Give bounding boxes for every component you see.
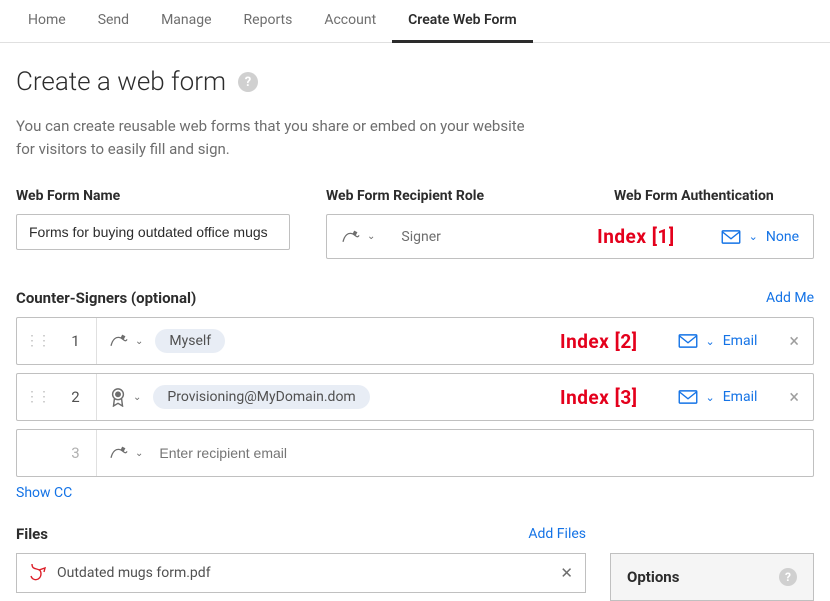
- page-title: Create a web form ?: [16, 67, 814, 97]
- remove-file-button[interactable]: ✕: [560, 564, 573, 582]
- role-dropdown[interactable]: ⌄: [97, 445, 155, 461]
- chevron-down-icon: ⌄: [749, 230, 758, 243]
- web-form-name-input[interactable]: [16, 214, 290, 250]
- auth-dropdown[interactable]: ⌄ Email: [678, 389, 758, 405]
- recipient-chip[interactable]: Myself: [155, 329, 225, 353]
- tab-reports[interactable]: Reports: [228, 0, 309, 42]
- seal-icon: [109, 387, 127, 407]
- mail-icon: [721, 230, 741, 244]
- tab-manage[interactable]: Manage: [145, 0, 227, 42]
- remove-row-button[interactable]: ×: [775, 331, 813, 352]
- auth-email-text: Email: [723, 333, 758, 349]
- role-dropdown[interactable]: ⌄: [97, 387, 153, 407]
- add-me-link[interactable]: Add Me: [766, 290, 814, 306]
- role-dropdown[interactable]: ⌄: [97, 333, 155, 349]
- recipient-role-label: Web Form Recipient Role: [326, 188, 614, 204]
- counter-signer-row: ⋮⋮ 1 ⌄ Myself Index [2] ⌄ Email ×: [16, 317, 814, 365]
- index-annotation-2: Index [2]: [560, 330, 637, 353]
- pen-icon: [109, 445, 129, 461]
- pdf-icon: [29, 562, 47, 584]
- mail-icon: [678, 334, 698, 348]
- index-annotation-1: Index [1]: [597, 225, 674, 248]
- options-title: Options: [627, 568, 679, 586]
- row-number: 1: [55, 318, 97, 364]
- auth-dropdown[interactable]: ⌄ Email: [678, 333, 758, 349]
- counter-signer-new-row: ⋮⋮ 3 ⌄: [16, 429, 814, 477]
- drag-handle-icon[interactable]: ⋮⋮: [17, 333, 55, 349]
- counter-signer-row: ⋮⋮ 2 ⌄ Provisioning@MyDomain.dom Index […: [16, 373, 814, 421]
- help-icon[interactable]: ?: [238, 72, 258, 92]
- auth-dropdown[interactable]: ⌄ None: [721, 229, 799, 245]
- chevron-down-icon: ⌄: [706, 391, 715, 404]
- files-title: Files: [16, 525, 48, 543]
- authentication-label: Web Form Authentication: [614, 188, 814, 204]
- primary-recipient-row: ⌄ Signer Index [1] ⌄ None: [326, 214, 814, 259]
- remove-row-button[interactable]: ×: [775, 387, 813, 408]
- counter-signers-title: Counter-Signers (optional): [16, 289, 196, 307]
- role-dropdown[interactable]: ⌄: [341, 229, 387, 245]
- row-number: 2: [55, 374, 97, 420]
- tab-create-web-form[interactable]: Create Web Form: [392, 0, 532, 43]
- tab-send[interactable]: Send: [82, 0, 145, 42]
- row-number: 3: [55, 430, 97, 476]
- page-title-text: Create a web form: [16, 67, 226, 97]
- chevron-down-icon: ⌄: [135, 448, 143, 459]
- signer-role-text: Signer: [401, 229, 440, 245]
- chevron-down-icon: ⌄: [133, 392, 141, 403]
- mail-icon: [678, 390, 698, 404]
- page-description: You can create reusable web forms that y…: [16, 115, 536, 160]
- file-name: Outdated mugs form.pdf: [57, 565, 550, 581]
- chevron-down-icon: ⌄: [135, 336, 143, 347]
- help-icon[interactable]: ?: [779, 568, 797, 586]
- drag-handle-icon[interactable]: ⋮⋮: [17, 389, 55, 405]
- add-files-link[interactable]: Add Files: [528, 526, 586, 542]
- file-item: Outdated mugs form.pdf ✕: [16, 553, 586, 593]
- recipient-email-input[interactable]: [155, 445, 813, 461]
- chevron-down-icon: ⌄: [706, 335, 715, 348]
- auth-email-text: Email: [723, 389, 758, 405]
- recipient-chip[interactable]: Provisioning@MyDomain.dom: [153, 385, 369, 409]
- main-tabs: Home Send Manage Reports Account Create …: [0, 0, 830, 43]
- show-cc-link[interactable]: Show CC: [16, 485, 72, 501]
- tab-account[interactable]: Account: [308, 0, 392, 42]
- web-form-name-label: Web Form Name: [16, 188, 290, 204]
- pen-icon: [341, 229, 361, 245]
- pen-icon: [109, 333, 129, 349]
- tab-home[interactable]: Home: [12, 0, 82, 42]
- options-panel: Options ?: [610, 553, 814, 601]
- chevron-down-icon: ⌄: [367, 231, 375, 242]
- auth-none-text: None: [766, 229, 799, 245]
- index-annotation-3: Index [3]: [560, 386, 637, 409]
